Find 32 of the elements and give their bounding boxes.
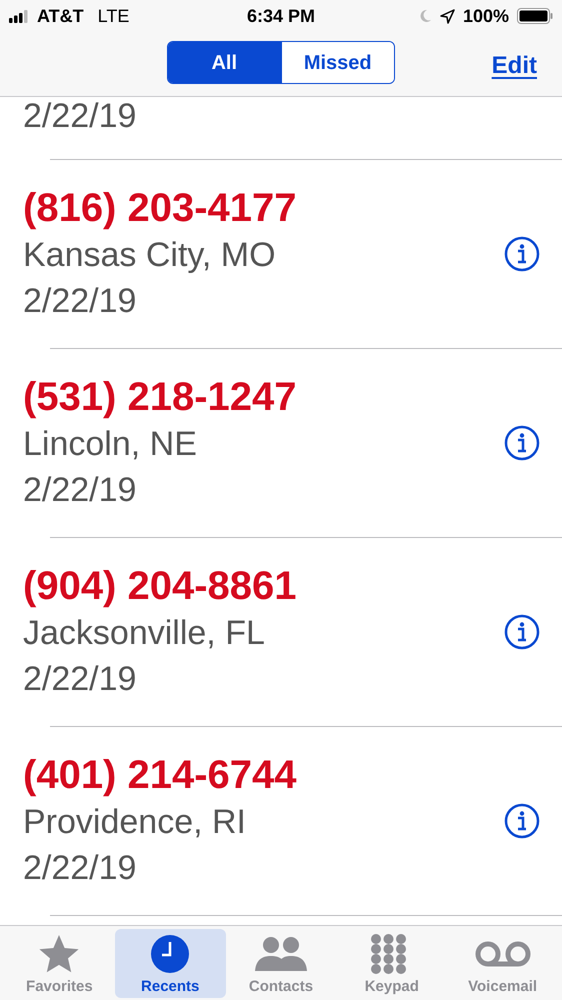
info-icon[interactable]	[504, 425, 540, 461]
moon-icon	[418, 9, 432, 23]
segment-tab[interactable]: All	[168, 42, 280, 83]
tab-bar-item[interactable]: Voicemail	[447, 929, 558, 998]
info-icon[interactable]	[504, 803, 540, 839]
location-arrow-icon	[440, 8, 455, 24]
edit-button[interactable]: Edit	[492, 48, 537, 84]
phone-number: (401) 214-6744	[23, 752, 297, 799]
call-date: 2/22/19	[23, 97, 136, 137]
battery-percent: 100%	[462, 4, 509, 28]
call-date: 2/22/19	[23, 659, 138, 700]
call-location: Lincoln, NE	[23, 424, 198, 465]
info-icon[interactable]	[504, 614, 540, 650]
call-location: Jacksonville, FL	[23, 613, 266, 654]
tab-bar-item[interactable]: Recents	[114, 929, 226, 998]
call-location: Providence, RI	[23, 802, 247, 843]
tab-bar-item[interactable]: Contacts	[226, 929, 336, 998]
phone-number: (816) 203-4177	[23, 185, 297, 232]
call-date: 2/22/19	[23, 848, 138, 889]
network-type: LTE	[98, 4, 130, 28]
battery-icon	[517, 8, 553, 24]
carrier-name: AT&T	[37, 4, 84, 28]
info-icon[interactable]	[504, 236, 540, 272]
tab-bar-item[interactable]: Favorites	[4, 929, 115, 998]
segment-tab[interactable]: Missed	[280, 42, 394, 83]
call-location: Kansas City, MO	[23, 235, 277, 276]
status-time: 6:34 PM	[246, 4, 316, 28]
phone-number: (904) 204-8861	[23, 563, 297, 610]
call-date: 2/22/19	[23, 470, 138, 511]
tab-bar-item[interactable]: Keypad	[336, 929, 448, 998]
phone-number: (531) 218-1247	[23, 374, 297, 421]
call-date: 2/22/19	[23, 281, 138, 322]
